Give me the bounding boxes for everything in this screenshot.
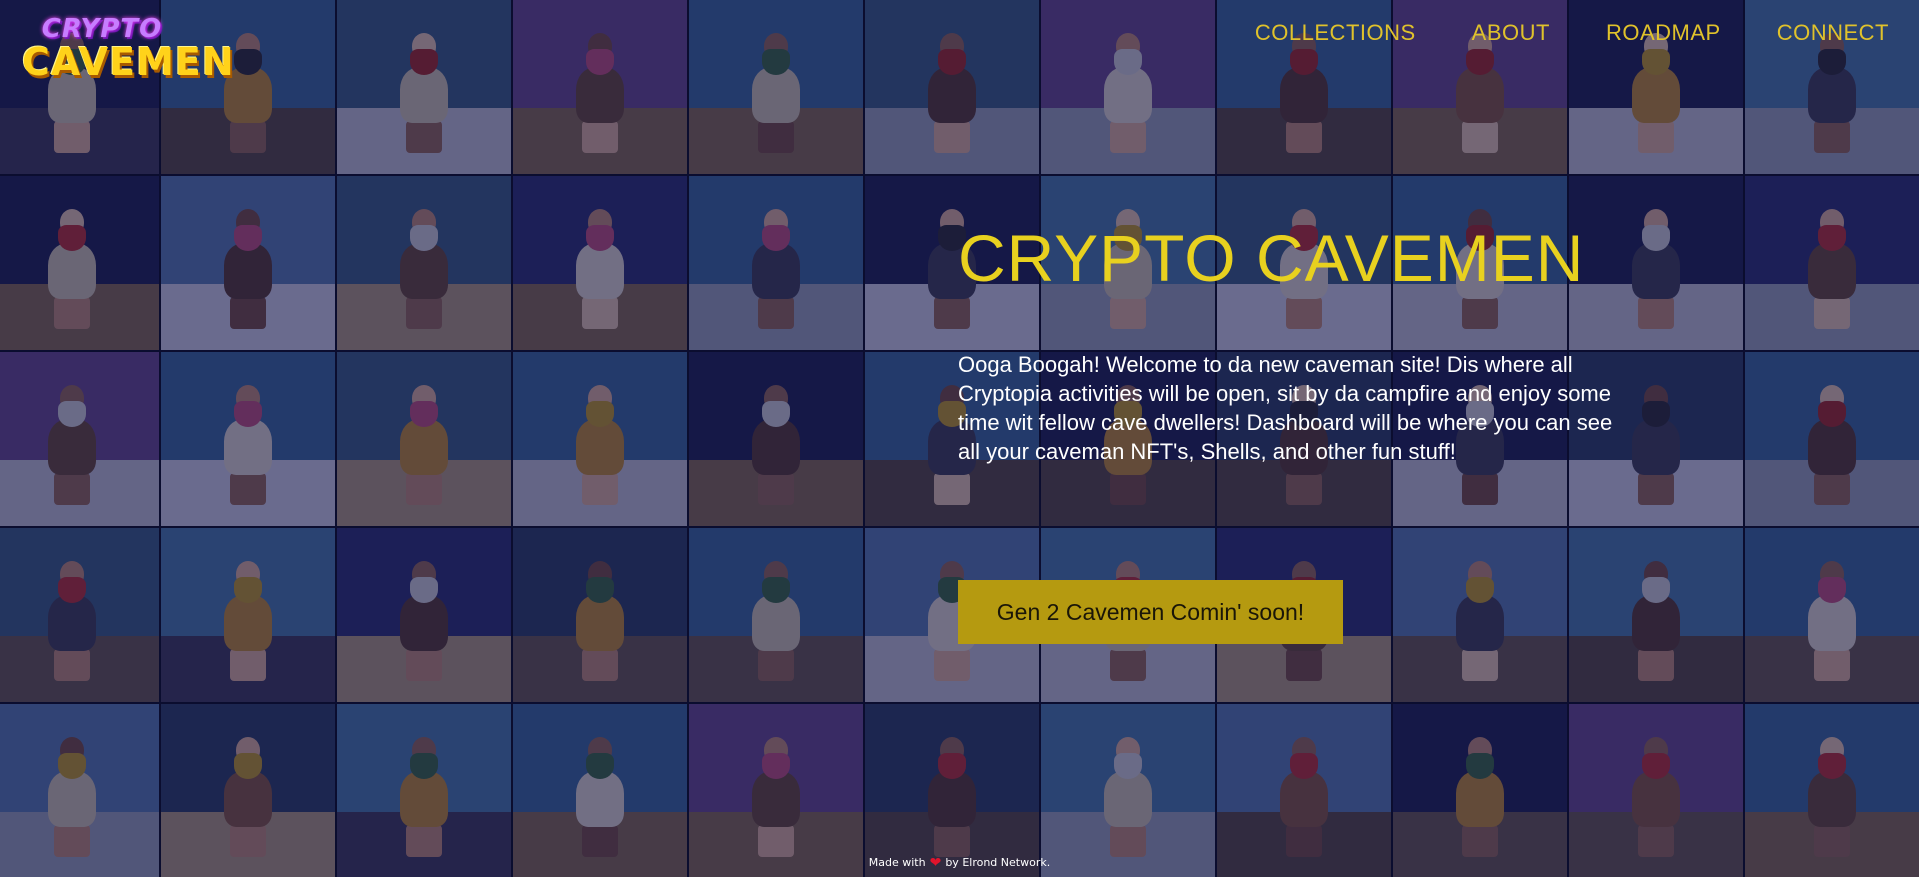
crypto-cavemen-logo[interactable]: CRYPTO CAVEMEN xyxy=(22,14,235,84)
hero-title: CRYPTO CAVEMEN xyxy=(958,221,1585,295)
hero-description: Ooga Boogah! Welcome to da new caveman s… xyxy=(958,352,1613,464)
nav-collections-link[interactable]: COLLECTIONS xyxy=(1255,20,1416,46)
page: CRYPTO CAVEMEN COLLECTIONS ABOUT ROADMAP… xyxy=(0,0,1919,877)
logo-line-2: CAVEMEN xyxy=(22,40,235,84)
footer: Made with ❤ by Elrond Network. xyxy=(0,855,1919,871)
nav-roadmap-link[interactable]: ROADMAP xyxy=(1606,20,1721,46)
heart-icon: ❤ xyxy=(929,855,942,871)
top-navigation: COLLECTIONS ABOUT ROADMAP CONNECT xyxy=(1255,20,1889,46)
gen2-coming-soon-button[interactable]: Gen 2 Cavemen Comin' soon! xyxy=(958,580,1343,644)
nav-connect-link[interactable]: CONNECT xyxy=(1777,20,1889,46)
footer-by-elrond: by Elrond Network. xyxy=(945,856,1051,869)
footer-made-with: Made with xyxy=(868,856,926,869)
nav-about-link[interactable]: ABOUT xyxy=(1472,20,1550,46)
